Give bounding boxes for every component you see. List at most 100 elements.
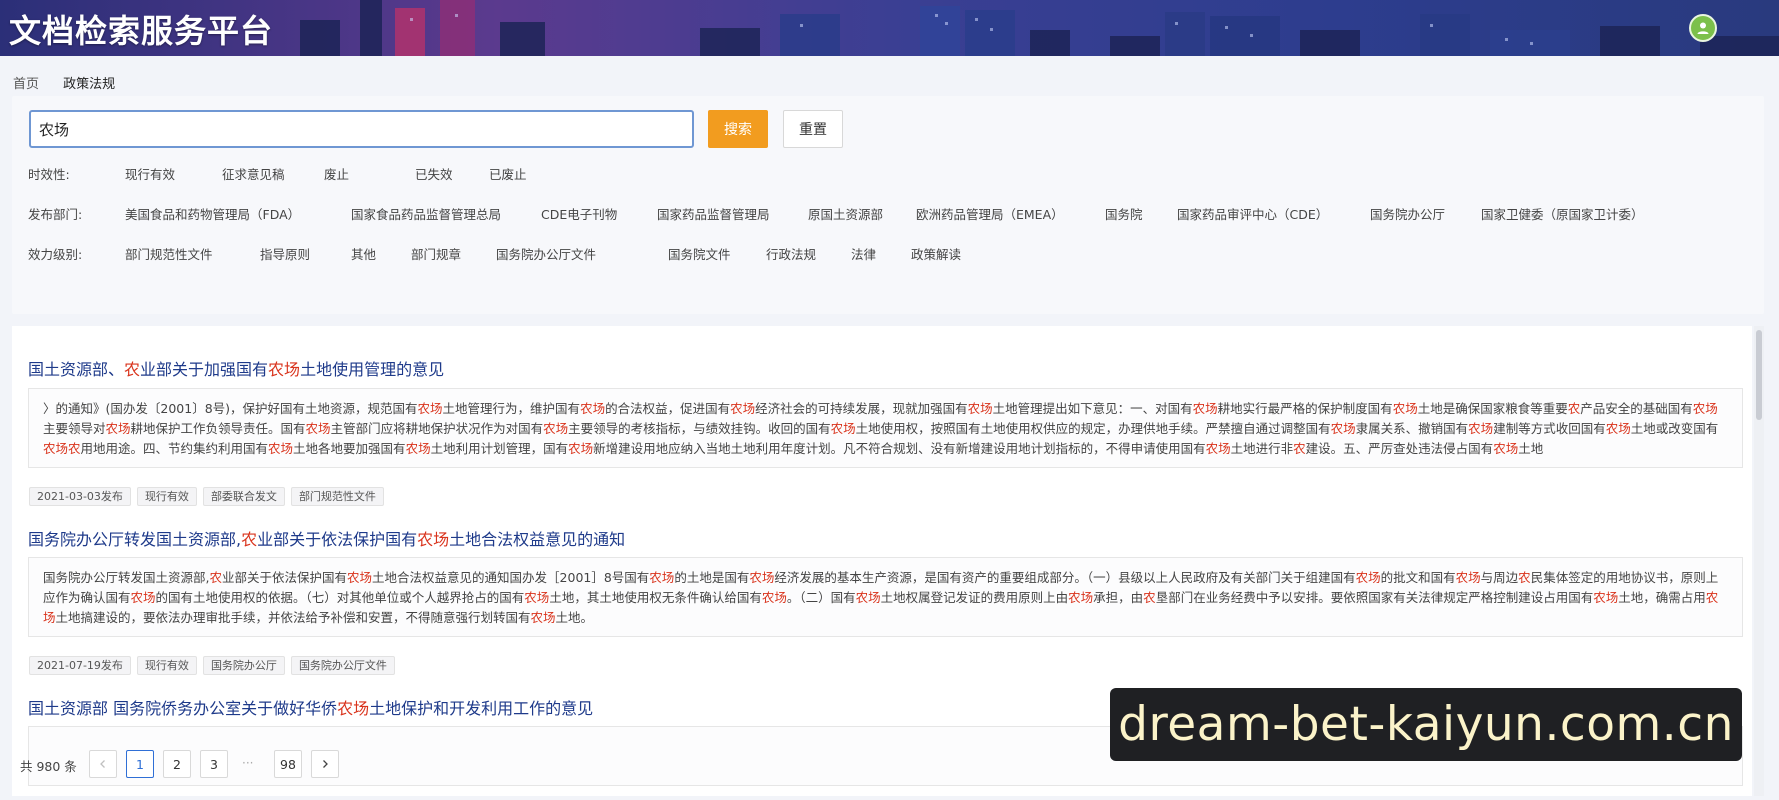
text-segment: 土地，其土地使用权无条件确认给国有 bbox=[549, 590, 762, 605]
text-segment: 土地搞建设的，要依法办理审批手续，并依法给予补偿和安置，不得随意强行划转国有 bbox=[55, 610, 531, 625]
text-segment: 国土资源部 国务院侨务办公室关于做好华侨 bbox=[28, 699, 338, 718]
filter-option-department[interactable]: 欧洲药品管理局（EMEA） bbox=[916, 204, 1064, 223]
keyword-highlight: 农场 bbox=[337, 699, 370, 718]
filter-label-validity: 时效性: bbox=[28, 167, 70, 182]
prev-page-button[interactable] bbox=[89, 750, 117, 778]
filter-option-validity[interactable]: 废止 bbox=[324, 164, 349, 183]
reset-button[interactable]: 重置 bbox=[783, 110, 843, 148]
keyword-highlight: 农场 bbox=[649, 570, 675, 585]
avatar[interactable] bbox=[1689, 14, 1717, 42]
filter-option-level[interactable]: 国务院办公厅文件 bbox=[496, 244, 596, 263]
text-segment: 土地使用管理的意见 bbox=[300, 360, 445, 379]
text-segment: 土地。 bbox=[555, 610, 594, 625]
keyword-highlight: 农场 bbox=[268, 441, 294, 456]
text-segment: 用地用途。四、节约集约利用国有 bbox=[80, 441, 269, 456]
text-segment: 业部关于加强国有 bbox=[140, 360, 269, 379]
page-button-last[interactable]: 98 bbox=[274, 750, 302, 778]
text-segment: 国务院办公厅转发国土资源部, bbox=[43, 570, 210, 585]
search-input[interactable] bbox=[29, 110, 694, 148]
filter-option-level[interactable]: 行政法规 bbox=[766, 244, 816, 263]
keyword-highlight: 农场 bbox=[1192, 401, 1218, 416]
watermark-text: dream-bet-kaiyun.com.cn bbox=[1118, 697, 1734, 752]
filter-option-department[interactable]: 国家卫健委（原国家卫计委） bbox=[1481, 204, 1644, 223]
keyword-highlight: 农场 bbox=[967, 401, 993, 416]
breadcrumb: 首页 政策法规 bbox=[13, 73, 135, 92]
keyword-highlight: 农场 bbox=[1593, 590, 1619, 605]
keyword-highlight: 农场 bbox=[855, 590, 881, 605]
text-segment: 土地使用权，按照国有土地使用权供应的规定，办理供地手续。严禁擅自通过调整国有 bbox=[855, 421, 1331, 436]
keyword-highlight: 农场 bbox=[1605, 421, 1631, 436]
filter-option-validity[interactable]: 已废止 bbox=[489, 164, 527, 183]
text-segment: 建设。五、严厉查处违法侵占国有 bbox=[1305, 441, 1494, 456]
filter-option-level[interactable]: 法律 bbox=[851, 244, 876, 263]
text-segment: 隶属关系、撤销国有 bbox=[1355, 421, 1469, 436]
filter-option-department[interactable]: 国务院办公厅 bbox=[1370, 204, 1445, 223]
text-segment: 承担，由 bbox=[1093, 590, 1144, 605]
keyword-highlight: 农场 bbox=[417, 530, 450, 549]
text-segment: 土地 bbox=[1518, 441, 1544, 456]
result-title[interactable]: 国土资源部 国务院侨务办公室关于做好华侨农场土地保护和开发利用工作的意见 bbox=[28, 695, 593, 719]
filter-option-level[interactable]: 国务院文件 bbox=[668, 244, 731, 263]
text-segment: 土地权属登记发证的费用原则上由 bbox=[880, 590, 1069, 605]
header-bar: 文档检索服务平台 bbox=[0, 0, 1779, 56]
text-segment: 耕地保护工作负领导责任。国有 bbox=[130, 421, 306, 436]
tag-department: 国务院办公厅 bbox=[202, 656, 285, 675]
page-button-1[interactable]: 1 bbox=[126, 750, 154, 778]
text-segment: 土地各地要加强国有 bbox=[293, 441, 406, 456]
result-title[interactable]: 国土资源部、农业部关于加强国有农场土地使用管理的意见 bbox=[28, 356, 444, 380]
page-button-2[interactable]: 2 bbox=[163, 750, 191, 778]
result-summary: 国务院办公厅转发国土资源部,农业部关于依法保护国有农场土地合法权益意见的通知国办… bbox=[28, 557, 1743, 637]
text-segment: 土地合法权益意见的通知 bbox=[449, 530, 626, 549]
result-title[interactable]: 国务院办公厅转发国土资源部,农业部关于依法保护国有农场土地合法权益意见的通知 bbox=[28, 526, 625, 550]
result-summary-text: 〉的通知》(国办发〔2001〕8号)，保护好国有土地资源，规范国有农场土地管理行… bbox=[43, 399, 1728, 459]
keyword-highlight: 农 bbox=[124, 360, 141, 379]
filter-option-level[interactable]: 政策解读 bbox=[911, 244, 961, 263]
next-page-button[interactable] bbox=[311, 750, 339, 778]
keyword-highlight: 农场 bbox=[105, 421, 131, 436]
keyword-highlight: 农场 bbox=[830, 421, 856, 436]
keyword-highlight: 农场 bbox=[268, 360, 301, 379]
filter-option-level[interactable]: 指导原则 bbox=[260, 244, 310, 263]
breadcrumb-home[interactable]: 首页 bbox=[13, 77, 39, 92]
chevron-left-icon bbox=[100, 760, 105, 768]
keyword-highlight: 农场 bbox=[1392, 401, 1418, 416]
text-segment: 垦部门在业务经费中予以安排。要依照国家有关法律规定严格控制建设占用国有 bbox=[1155, 590, 1594, 605]
filter-option-validity[interactable]: 现行有效 bbox=[125, 164, 175, 183]
keyword-highlight: 农场 bbox=[530, 610, 556, 625]
keyword-highlight: 农场农 bbox=[43, 441, 81, 456]
text-segment: 的土地是国有 bbox=[674, 570, 750, 585]
filter-panel: 搜索 重置 时效性: 现行有效 征求意见稿 废止 已失效 已废止 发布部门: 美… bbox=[12, 96, 1764, 314]
filter-option-validity[interactable]: 已失效 bbox=[415, 164, 453, 183]
text-segment: 土地进行非 bbox=[1230, 441, 1294, 456]
filter-option-department[interactable]: 国家食品药品监督管理总局 bbox=[351, 204, 501, 223]
text-segment: 土地，确需占用 bbox=[1618, 590, 1706, 605]
filter-option-level[interactable]: 其他 bbox=[351, 244, 376, 263]
text-segment: 的国有土地使用权的依据。（七）对其他单位或个人越界抢占的国有 bbox=[155, 590, 525, 605]
results-scrollbar-thumb[interactable] bbox=[1756, 330, 1762, 420]
text-segment: 耕地实行最严格的保护制度国有 bbox=[1217, 401, 1393, 416]
keyword-highlight: 农场 bbox=[405, 441, 431, 456]
keyword-highlight: 农场 bbox=[580, 401, 606, 416]
filter-option-department[interactable]: 国务院 bbox=[1105, 204, 1143, 223]
filter-option-department[interactable]: CDE电子刊物 bbox=[541, 204, 617, 223]
page-button-3[interactable]: 3 bbox=[200, 750, 228, 778]
keyword-highlight: 农场 bbox=[543, 421, 569, 436]
filter-option-department[interactable]: 美国食品和药物管理局（FDA） bbox=[125, 204, 300, 223]
keyword-highlight: 农场 bbox=[1068, 590, 1094, 605]
filter-option-validity[interactable]: 征求意见稿 bbox=[222, 164, 285, 183]
text-segment: 业部关于依法保护国有 bbox=[257, 530, 418, 549]
text-segment: 业部关于依法保护国有 bbox=[222, 570, 348, 585]
filter-option-department[interactable]: 原国土资源部 bbox=[808, 204, 883, 223]
filter-option-department[interactable]: 国家药品监督管理局 bbox=[657, 204, 770, 223]
search-button[interactable]: 搜索 bbox=[708, 110, 768, 148]
filter-option-department[interactable]: 国家药品审评中心（CDE） bbox=[1177, 204, 1328, 223]
page-ellipsis[interactable]: ··· bbox=[242, 756, 253, 770]
text-segment: 新增建设用地应纳入当地土地利用年度计划。凡不符合规划、没有新增建设用地计划指标的… bbox=[593, 441, 1206, 456]
text-segment: 国务院办公厅转发国土资源部, bbox=[28, 530, 242, 549]
filter-label-level: 效力级别: bbox=[28, 247, 83, 262]
pagination: 共 980 条 1 2 3 ··· 98 bbox=[12, 746, 1012, 782]
filter-option-level[interactable]: 部门规章 bbox=[411, 244, 461, 263]
text-segment: 经济发展的基本生产资源，是国有资产的重要组成部分。（一）县级以上人民政府及有关部… bbox=[774, 570, 1356, 585]
breadcrumb-current: 政策法规 bbox=[63, 77, 116, 92]
filter-option-level[interactable]: 部门规范性文件 bbox=[125, 244, 213, 263]
